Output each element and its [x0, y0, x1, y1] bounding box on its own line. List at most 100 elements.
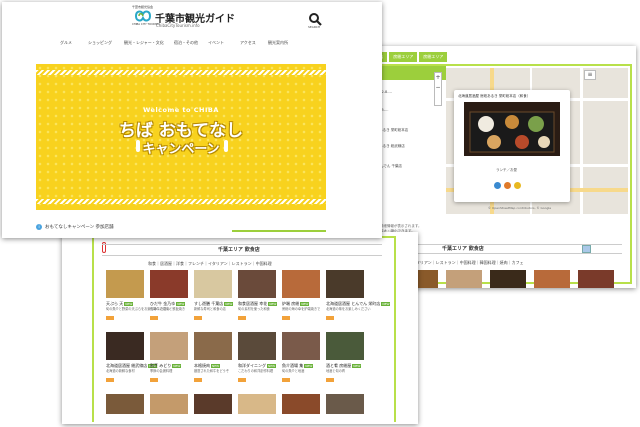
- restaurant-photo[interactable]: [326, 332, 364, 360]
- category-tag[interactable]: [106, 378, 114, 382]
- restaurant-name-text[interactable]: ひだ牛 金乃ゆ: [150, 301, 175, 306]
- restaurant-card[interactable]: 魚介酒場 集 NEW 旬の魚介と地酒: [282, 332, 324, 382]
- restaurant-description: 旬の素材を使った和食: [238, 307, 270, 311]
- restaurant-card[interactable]: 酒と肴 房総屋 NEW 地酒と旬の肴: [326, 332, 368, 382]
- restaurant-card[interactable]: 本格焼肉 NEW 厳選された和牛をどうぞ: [194, 332, 236, 382]
- restaurant-card[interactable]: 和食居酒屋 幸花 NEW 旬の素材を使った和食: [238, 270, 280, 320]
- thumbnail[interactable]: [534, 270, 570, 288]
- category-tag[interactable]: [282, 316, 290, 320]
- thumbnail[interactable]: [446, 270, 482, 288]
- nav-gourmet[interactable]: グルメ: [60, 40, 72, 46]
- zoom-in-button[interactable]: +: [435, 73, 441, 83]
- restaurant-card[interactable]: 天ぷら 天 NEW 旬の魚介と野菜の天ぷらをお楽しみください: [106, 270, 170, 320]
- restaurant-photo[interactable]: [282, 270, 320, 298]
- tourism-home-window: 千葉市観光協会 CHIBA CITY TOURISM 千葉市観光ガイド Chib…: [2, 2, 382, 238]
- new-badge: NEW: [352, 364, 362, 368]
- restaurant-name-text[interactable]: すし遊膳 千葉店: [194, 301, 223, 306]
- info-icon[interactable]: [514, 182, 521, 189]
- restaurant-description: 厳選された和牛をどうぞ: [194, 369, 230, 373]
- restaurant-card[interactable]: ひだ牛 金乃ゆ NEW 飛騨牛の焼肉と鉄板焼き: [150, 270, 192, 320]
- tab-boso-area[interactable]: 房総エリア: [389, 52, 418, 62]
- category-tag[interactable]: [282, 378, 290, 382]
- category-tag[interactable]: [194, 378, 202, 382]
- banner-stripe: [36, 70, 326, 75]
- category-tag[interactable]: [106, 316, 114, 320]
- restaurant-photo[interactable]: [326, 270, 364, 298]
- new-badge: NEW: [124, 302, 134, 306]
- main-nav: グルメ ショッピング 観光・レジャー・文化 宿泊・その他 イベント アクセス 観…: [2, 40, 382, 48]
- popup-caption: ランチ／お昼: [496, 168, 517, 172]
- banner-welcome: Welcome to CHIBA: [143, 106, 219, 114]
- restaurant-description: 北海道の新鮮な食材: [106, 369, 135, 373]
- section-title: 千葉エリア 飲食店: [442, 246, 484, 252]
- restaurant-name-text[interactable]: 天ぷら 天: [106, 301, 123, 306]
- restaurant-photo[interactable]: [282, 332, 320, 360]
- nav-lodging[interactable]: 宿泊・その他: [174, 40, 198, 46]
- camera-icon[interactable]: [494, 182, 501, 189]
- restaurant-name-text[interactable]: 和食居酒屋 幸花: [238, 301, 267, 306]
- restaurant-photo[interactable]: [150, 270, 188, 298]
- restaurant-photo[interactable]: [194, 394, 232, 414]
- banner-subheadline: キャンペーン: [142, 142, 220, 157]
- nav-shopping[interactable]: ショッピング: [88, 40, 112, 46]
- category-tag[interactable]: [238, 316, 246, 320]
- restaurant-photo[interactable]: [150, 332, 188, 360]
- category-tag[interactable]: [150, 316, 158, 320]
- restaurant-card[interactable]: 炉端 房総 NEW 房総の海の幸を炉端焼きで: [282, 270, 324, 320]
- thumbnail[interactable]: [578, 270, 614, 288]
- category-tag[interactable]: [238, 378, 246, 382]
- restaurant-name-text[interactable]: 酒と肴 房総屋: [326, 363, 351, 368]
- restaurant-photo[interactable]: [238, 332, 276, 360]
- nav-sightseeing[interactable]: 観光・レジャー・文化: [124, 40, 164, 46]
- map-zoom-control: + −: [434, 72, 442, 106]
- nav-events[interactable]: イベント: [208, 40, 224, 46]
- restaurant-photo[interactable]: [194, 332, 232, 360]
- restaurant-photo[interactable]: [150, 394, 188, 414]
- restaurant-name-text[interactable]: 割烹 みどり: [150, 363, 171, 368]
- category-filters[interactable]: 和食｜居酒屋｜洋食｜フレンチ｜イタリアン｜レストラン｜中国料理: [148, 261, 272, 267]
- restaurant-photo[interactable]: [282, 394, 320, 414]
- restaurant-card[interactable]: すし遊膳 千葉店 NEW 新鮮な寿司と和食の店: [194, 270, 236, 320]
- scroll-top-icon[interactable]: [582, 245, 591, 253]
- restaurant-card[interactable]: 割烹 みどり NEW 季節の会席料理: [150, 332, 192, 382]
- new-badge: NEW: [224, 302, 234, 306]
- restaurant-photo[interactable]: [326, 394, 364, 414]
- new-badge: NEW: [268, 302, 278, 306]
- map-pin-icon[interactable]: [504, 182, 511, 189]
- restaurant-photo[interactable]: [106, 332, 144, 360]
- layers-icon[interactable]: ≡: [584, 70, 596, 80]
- restaurant-description: 北海道の味をお楽しみください: [326, 307, 371, 311]
- thumbnail[interactable]: [490, 270, 526, 288]
- nav-info-center[interactable]: 観光案内所: [268, 40, 288, 46]
- restaurant-list-window: 千葉エリア 飲食店 和食｜居酒屋｜洋食｜フレンチ｜イタリアン｜レストラン｜中国料…: [62, 232, 418, 424]
- restaurant-name-text[interactable]: 和洋ダイニング: [238, 363, 266, 368]
- restaurant-photo[interactable]: [238, 270, 276, 298]
- zoom-out-button[interactable]: −: [435, 83, 441, 93]
- campaign-banner[interactable]: Welcome to CHIBA ちば おもてなし キャンペーン: [36, 64, 326, 210]
- restaurant-description: 地酒と旬の肴: [326, 369, 346, 373]
- restaurant-name-text[interactable]: 北海道居酒屋 とんでん 栄町店: [326, 301, 380, 306]
- banner-footer-link[interactable]: おもてなしキャンペーン 参加店舗: [45, 224, 114, 230]
- restaurant-card[interactable]: 北海道居酒屋 とんでん 栄町店 NEW 北海道の味をお楽しみください: [326, 270, 391, 320]
- chiba-logo-icon[interactable]: [134, 8, 152, 24]
- restaurant-photo[interactable]: [106, 394, 144, 414]
- banner-stripe: [36, 199, 326, 204]
- restaurant-photo[interactable]: [106, 270, 144, 298]
- restaurant-photo[interactable]: [238, 394, 276, 414]
- restaurant-name-text[interactable]: 魚介酒場 集: [282, 363, 303, 368]
- search-label[interactable]: SEARCH: [308, 25, 320, 29]
- restaurant-name-text[interactable]: 本格焼肉: [194, 363, 210, 368]
- category-tag[interactable]: [326, 316, 334, 320]
- restaurant-card[interactable]: 北海道居酒屋 総武線店 NEW 北海道の新鮮な食材: [106, 332, 158, 382]
- category-tag[interactable]: [150, 378, 158, 382]
- new-badge: NEW: [172, 364, 182, 368]
- search-icon[interactable]: [308, 11, 322, 26]
- restaurant-name-text[interactable]: 炉端 房総: [282, 301, 299, 306]
- restaurant-card[interactable]: 和洋ダイニング NEW こだわりの和洋創作料理: [238, 332, 280, 382]
- category-tag[interactable]: [326, 378, 334, 382]
- tab-boso-area-2[interactable]: 房総エリア: [419, 52, 448, 62]
- restaurant-photo[interactable]: [194, 270, 232, 298]
- category-tag[interactable]: [194, 316, 202, 320]
- nav-access[interactable]: アクセス: [240, 40, 256, 46]
- restaurant-name-text[interactable]: 北海道居酒屋 総武線店: [106, 363, 147, 368]
